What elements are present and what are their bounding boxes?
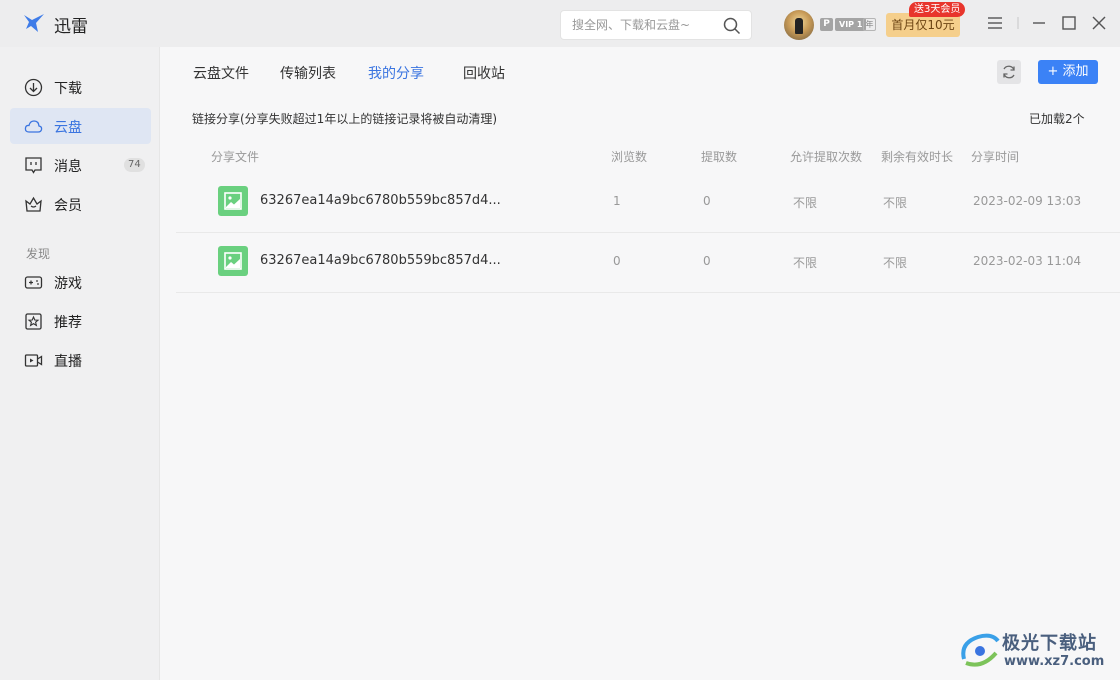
- tab-transfer-list[interactable]: 传输列表: [280, 63, 336, 83]
- sidebar-item-live[interactable]: 直播: [10, 342, 151, 378]
- refresh-icon: [1003, 65, 1015, 79]
- live-video-icon: [24, 354, 43, 367]
- vip-badge: VIP 1: [835, 18, 867, 31]
- file-name[interactable]: 63267ea14a9bc6780b559bc857d4...: [260, 253, 501, 268]
- message-icon: [25, 157, 42, 174]
- downloads-cell: 0: [703, 254, 711, 268]
- sidebar-item-games[interactable]: 游戏: [10, 264, 151, 300]
- menu-icon[interactable]: [986, 14, 1004, 32]
- remaining-cell: 不限: [883, 256, 908, 270]
- time-cell: 2023-02-09 13:03: [973, 194, 1082, 208]
- sidebar-item-label: 消息: [54, 159, 82, 175]
- watermark-title: 极光下载站: [1002, 633, 1097, 654]
- tab-cloud-files[interactable]: 云盘文件: [193, 63, 249, 83]
- table-row[interactable]: 63267ea14a9bc6780b559bc857d4... 1 0 不限 不…: [176, 173, 1120, 233]
- sidebar-item-label: 云盘: [54, 120, 82, 136]
- sidebar-item-cloud[interactable]: 云盘: [10, 108, 151, 144]
- search-icon[interactable]: [723, 17, 741, 35]
- minimize-icon[interactable]: [1030, 14, 1048, 32]
- column-header-downloads: 提取数: [701, 150, 738, 164]
- watermark: 极光下载站 www.xz7.com: [958, 627, 1112, 675]
- image-file-icon: [218, 246, 248, 276]
- add-button[interactable]: + 添加: [1038, 60, 1098, 84]
- search-input[interactable]: [572, 11, 722, 39]
- image-file-icon: [218, 186, 248, 216]
- allowed-cell: 不限: [793, 196, 818, 210]
- download-icon: [24, 78, 43, 97]
- downloads-cell: 0: [703, 194, 711, 208]
- discover-section-title: 发现: [26, 247, 51, 261]
- sidebar-item-messages[interactable]: 消息 74: [10, 147, 151, 183]
- maximize-icon[interactable]: [1060, 14, 1078, 32]
- gamepad-icon: [24, 276, 43, 289]
- views-cell: 1: [613, 194, 621, 208]
- time-cell: 2023-02-03 11:04: [973, 254, 1082, 268]
- column-header-allowed: 允许提取次数: [790, 150, 863, 164]
- loaded-count: 已加载2个: [1029, 112, 1085, 126]
- sidebar-item-label: 直播: [54, 354, 82, 370]
- sidebar-item-label: 游戏: [54, 276, 82, 292]
- p-badge: P: [820, 18, 833, 31]
- avatar[interactable]: [784, 10, 814, 40]
- search-box[interactable]: [560, 10, 752, 40]
- close-icon[interactable]: [1090, 14, 1108, 32]
- file-name[interactable]: 63267ea14a9bc6780b559bc857d4...: [260, 193, 501, 208]
- message-count-badge: 74: [124, 158, 145, 172]
- share-notice: 链接分享(分享失败超过1年以上的链接记录将被自动清理): [192, 112, 498, 126]
- sidebar-item-label: 推荐: [54, 315, 82, 331]
- title-divider: [1017, 17, 1019, 29]
- views-cell: 0: [613, 254, 621, 268]
- remaining-cell: 不限: [883, 196, 908, 210]
- column-header-remaining: 剩余有效时长: [881, 150, 954, 164]
- table-row[interactable]: 63267ea14a9bc6780b559bc857d4... 0 0 不限 不…: [176, 233, 1120, 293]
- cloud-icon: [24, 120, 43, 133]
- sidebar-item-download[interactable]: 下载: [10, 69, 151, 105]
- watermark-url: www.xz7.com: [1004, 654, 1105, 669]
- year-badge: 年: [863, 18, 876, 31]
- column-header-file: 分享文件: [211, 150, 260, 164]
- xunlei-logo-icon: [24, 14, 44, 32]
- sidebar-item-vip[interactable]: 会员: [10, 186, 151, 222]
- column-header-views: 浏览数: [611, 150, 648, 164]
- title-bar: 迅雷 P VIP 1 年 首月仅10元 送3天会员: [0, 0, 1120, 47]
- sidebar-item-label: 下载: [54, 81, 82, 97]
- column-header-time: 分享时间: [971, 150, 1020, 164]
- sidebar-item-label: 会员: [54, 198, 82, 214]
- watermark-logo-icon: [961, 633, 1000, 667]
- promo-tag: 送3天会员: [909, 2, 966, 17]
- sidebar-item-recommend[interactable]: 推荐: [10, 303, 151, 339]
- sidebar: 下载 云盘 消息 74 会员 发现 游戏 推荐 直播: [0, 47, 160, 680]
- star-icon: [25, 313, 42, 330]
- app-name: 迅雷: [54, 17, 88, 37]
- tab-recycle-bin[interactable]: 回收站: [463, 63, 505, 83]
- allowed-cell: 不限: [793, 256, 818, 270]
- tab-my-shares[interactable]: 我的分享: [368, 63, 424, 83]
- refresh-button[interactable]: [997, 60, 1021, 84]
- crown-icon: [25, 196, 42, 212]
